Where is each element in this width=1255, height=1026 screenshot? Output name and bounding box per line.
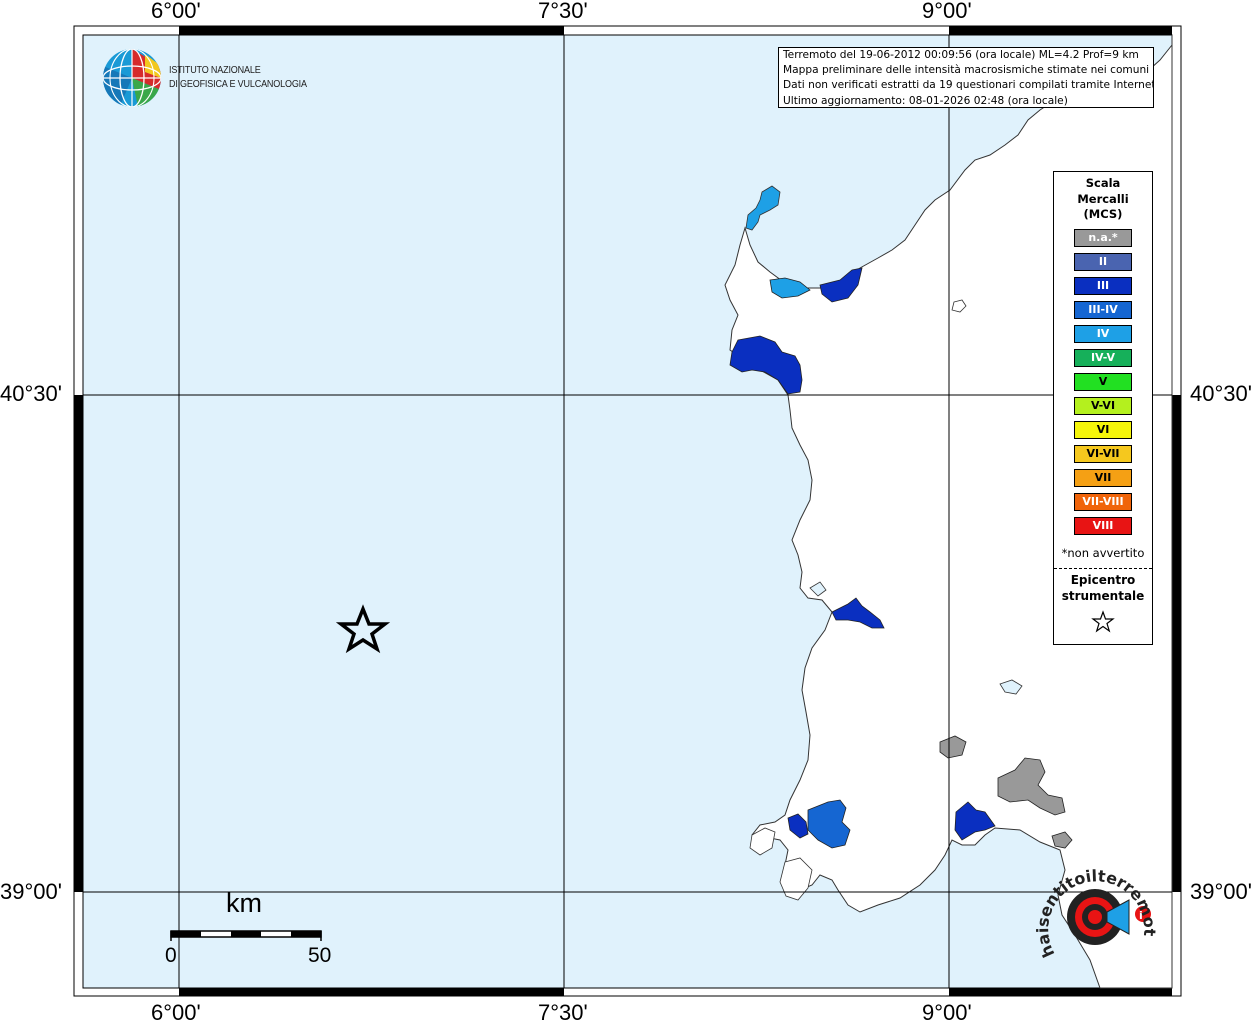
event-info-box: Terremoto del 19-06-2012 00:09:56 (ora l…: [778, 47, 1154, 108]
lon-label-bottom-3: 9°00': [922, 1000, 972, 1025]
legend-separator: [1054, 568, 1152, 569]
legend-swatch-viii: VIII: [1074, 517, 1132, 535]
lon-label-top-2: 7°30': [538, 0, 588, 23]
hsit-logo-icon: i haisentitoilterremoto.it: [1033, 862, 1159, 960]
legend-swatch-vii-viii: VII-VIII: [1074, 493, 1132, 511]
info-line-data: Dati non verificati estratti da 19 quest…: [783, 79, 1154, 92]
legend-swatch-v: V: [1074, 373, 1132, 391]
legend-swatch-iii-iv: III-IV: [1074, 301, 1132, 319]
lat-label-left-1: 40°30': [0, 381, 62, 406]
legend-title-line3: (MCS): [1083, 207, 1123, 221]
legend-note: *non avvertito: [1061, 546, 1145, 560]
legend-title-line1: Scala: [1085, 176, 1121, 190]
legend-epicentre-line2: strumentale: [1061, 589, 1145, 603]
legend-epicentre-title: Epicentro strumentale: [1054, 572, 1152, 604]
lon-label-top-1: 6°00': [151, 0, 201, 23]
legend-swatch-n-a: n.a.*: [1074, 229, 1132, 247]
legend-swatch-iv-v: IV-V: [1074, 349, 1132, 367]
globe-logo-icon: [103, 49, 161, 107]
lon-label-bottom-1: 6°00': [151, 1000, 201, 1025]
legend-swatch-iii: III: [1074, 277, 1132, 295]
legend-swatch-vii: VII: [1074, 469, 1132, 487]
lon-label-top-3: 9°00': [922, 0, 972, 23]
info-line-update: Ultimo aggiornamento: 08-01-2026 02:48 (…: [783, 94, 1068, 107]
legend-swatch-v-vi: V-VI: [1074, 397, 1132, 415]
legend-swatch-vi: VI: [1074, 421, 1132, 439]
star-icon: [1091, 610, 1115, 633]
lon-label-bottom-2: 7°30': [538, 1000, 588, 1025]
info-line-event: Terremoto del 19-06-2012 00:09:56 (ora l…: [783, 49, 1139, 61]
lat-label-left-2: 39°00': [0, 879, 62, 904]
lat-label-right-2: 39°00': [1190, 879, 1252, 904]
ingv-name-line2: DI GEOFISICA E VULCANOLOGIA: [169, 77, 307, 90]
ingv-name: ISTITUTO NAZIONALE DI GEOFISICA E VULCAN…: [169, 64, 307, 91]
lat-label-right-1: 40°30': [1190, 381, 1252, 406]
scale-unit: km: [226, 888, 262, 918]
ingv-logo: [100, 46, 164, 114]
legend-swatch-iv: IV: [1074, 325, 1132, 343]
legend-title-line2: Mercalli: [1077, 191, 1129, 206]
info-line-map: Mappa preliminare delle intensità macros…: [783, 64, 1150, 77]
legend-swatch-vi-vii: VI-VII: [1074, 445, 1132, 463]
scale-start: 0: [165, 944, 177, 967]
legend-epicentre-line1: Epicentro: [1070, 573, 1136, 587]
legend-title: Scala Mercalli (MCS): [1054, 176, 1152, 223]
scale-end: 50: [308, 944, 332, 967]
intensity-legend: Scala Mercalli (MCS) n.a.* II III III-IV IV I…: [1053, 171, 1153, 645]
legend-swatch-ii: II: [1074, 253, 1132, 271]
ingv-name-line1: ISTITUTO NAZIONALE: [169, 64, 261, 76]
